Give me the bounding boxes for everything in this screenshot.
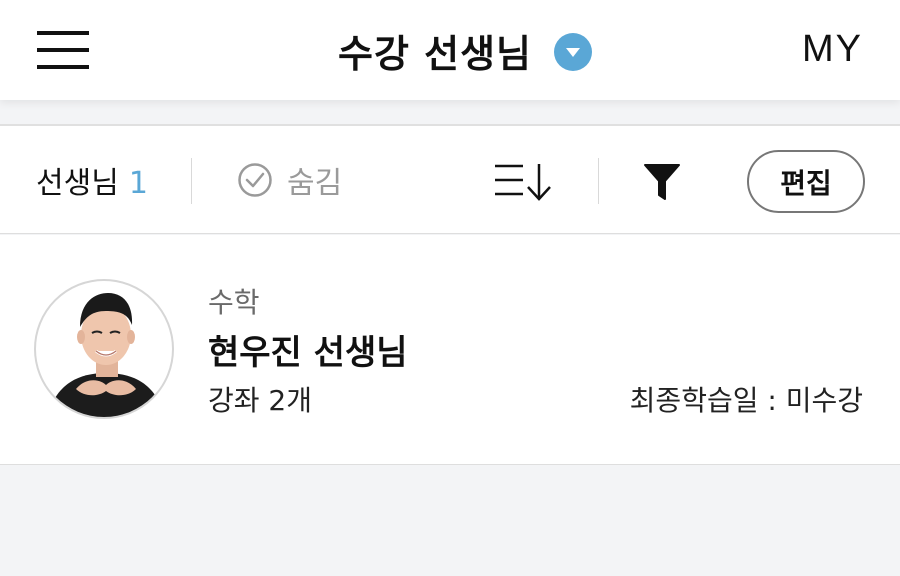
app-header: 수강 선생님 MY <box>0 0 900 100</box>
divider <box>598 158 599 204</box>
hidden-toggle[interactable]: 숨김 <box>237 156 342 204</box>
tab-teachers-label: 선생님 <box>36 166 119 201</box>
page-title: 수강 선생님 <box>337 31 533 76</box>
divider <box>191 158 192 204</box>
title-group: 수강 선생님 <box>0 22 900 78</box>
hidden-toggle-label: 숨김 <box>287 166 343 201</box>
sort-button[interactable] <box>493 162 557 202</box>
teachers-count: 1 <box>128 166 148 201</box>
filter-icon <box>644 164 680 200</box>
tab-teachers[interactable]: 선생님 1 <box>36 158 148 202</box>
filter-button[interactable] <box>643 162 681 202</box>
dropdown-icon[interactable] <box>554 33 593 71</box>
list-toolbar: 선생님 1 숨김 편집 <box>0 124 900 234</box>
check-circle-icon <box>238 163 272 197</box>
edit-button[interactable]: 편집 <box>747 150 865 213</box>
teacher-name: 현우진 선생님 <box>208 333 408 373</box>
avatar <box>34 279 174 419</box>
last-study-date: 최종학습일 : 미수강 <box>629 384 863 417</box>
teacher-list-item[interactable]: 수학 현우진 선생님 강좌 2개 최종학습일 : 미수강 <box>0 235 900 465</box>
teacher-subject: 수학 <box>208 286 260 319</box>
sort-icon <box>495 164 551 201</box>
my-button[interactable]: MY <box>802 28 863 71</box>
course-count: 강좌 2개 <box>208 384 312 417</box>
